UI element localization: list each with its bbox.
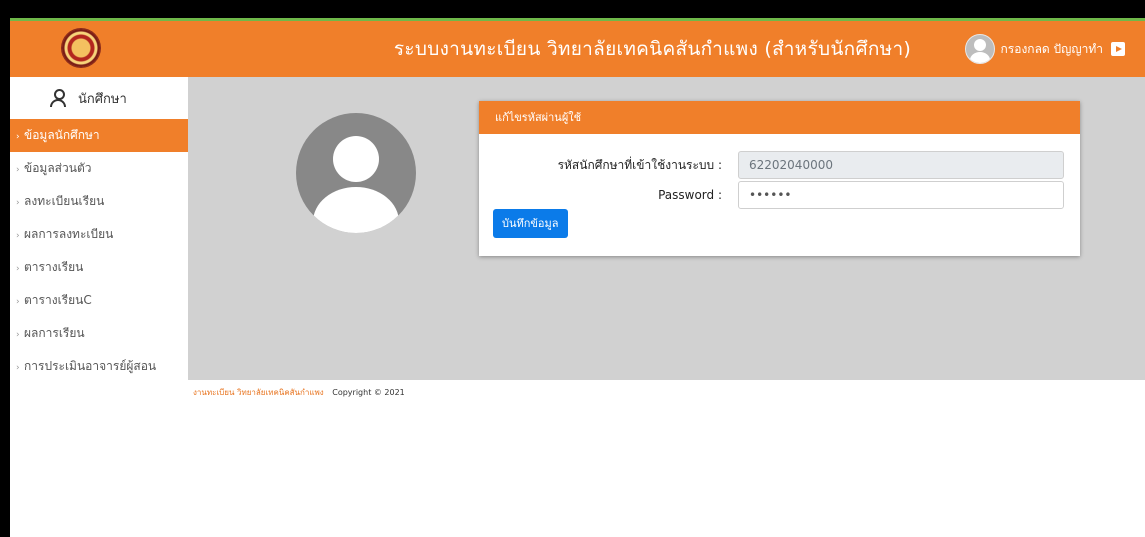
footer-copyright: Copyright © 2021 xyxy=(332,388,405,397)
chevron-right-icon: › xyxy=(16,297,20,307)
user-name[interactable]: กรองกลด ปัญญาทำ xyxy=(1001,40,1103,59)
footer-org: งานทะเบียน วิทยาลัยเทคนิคสันกำแพง xyxy=(193,388,324,397)
chevron-right-icon: › xyxy=(16,330,20,340)
sidebar-item-label: ลงทะเบียนเรียน xyxy=(24,194,105,208)
password-label: Password : xyxy=(658,188,722,202)
avatar-head xyxy=(333,136,379,182)
sidebar-menu: › ข้อมูลนักศึกษา › ข้อมูลส่วนตัว › ลงทะเบีย… xyxy=(10,119,188,383)
password-field[interactable] xyxy=(738,181,1064,209)
sidebar-item-label: การประเมินอาจารย์ผู้สอน xyxy=(24,359,157,373)
sidebar-item-timetable-c[interactable]: › ตารางเรียนC xyxy=(10,284,188,317)
chevron-right-icon: › xyxy=(16,231,20,241)
chevron-right-icon: › xyxy=(16,132,20,142)
sidebar-header: นักศึกษา xyxy=(10,77,188,119)
app-window: ระบบงานทะเบียน วิทยาลัยเทคนิคสันกำแพง (ส… xyxy=(10,18,1145,537)
sidebar-item-personal-info[interactable]: › ข้อมูลส่วนตัว xyxy=(10,152,188,185)
sidebar: นักศึกษา › ข้อมูลนักศึกษา › ข้อมูลส่วนตัว … xyxy=(10,77,188,537)
user-icon xyxy=(50,89,66,107)
sidebar-item-label: ผลการเรียน xyxy=(24,326,85,340)
sidebar-item-label: ตารางเรียนC xyxy=(24,293,92,307)
username-field[interactable] xyxy=(738,151,1064,179)
footer: งานทะเบียน วิทยาลัยเทคนิคสันกำแพง Copyri… xyxy=(193,386,405,399)
sidebar-item-label: ตารางเรียน xyxy=(24,260,84,274)
save-button[interactable]: บันทึกข้อมูล xyxy=(493,209,568,238)
username-row: รหัสนักศึกษาที่เข้าใช้งานระบบ : xyxy=(479,151,1080,179)
card-title: แก้ไขรหัสผ่านผู้ใช้ xyxy=(479,101,1080,134)
sidebar-title: นักศึกษา xyxy=(78,91,127,107)
user-avatar-icon[interactable] xyxy=(964,34,995,64)
app-header: ระบบงานทะเบียน วิทยาลัยเทคนิคสันกำแพง (ส… xyxy=(10,21,1145,77)
username-label: รหัสนักศึกษาที่เข้าใช้งานระบบ : xyxy=(557,158,722,172)
sidebar-item-grades[interactable]: › ผลการเรียน xyxy=(10,317,188,350)
avatar-body xyxy=(313,187,399,233)
main-content: แก้ไขรหัสผ่านผู้ใช้ รหัสนักศึกษาที่เข้าใ… xyxy=(188,77,1145,380)
logout-icon[interactable] xyxy=(1111,42,1125,56)
sidebar-item-label: ข้อมูลส่วนตัว xyxy=(24,161,92,175)
chevron-right-icon: › xyxy=(16,363,20,373)
sidebar-item-registration[interactable]: › ลงทะเบียนเรียน xyxy=(10,185,188,218)
chevron-right-icon: › xyxy=(16,198,20,208)
user-menu: กรองกลด ปัญญาทำ xyxy=(964,34,1125,64)
change-password-card: แก้ไขรหัสผ่านผู้ใช้ รหัสนักศึกษาที่เข้าใ… xyxy=(479,101,1080,256)
sidebar-item-student-info[interactable]: › ข้อมูลนักศึกษา xyxy=(10,119,188,152)
sidebar-item-registration-result[interactable]: › ผลการลงทะเบียน xyxy=(10,218,188,251)
sidebar-item-label: ข้อมูลนักศึกษา xyxy=(24,128,100,142)
profile-avatar-icon xyxy=(296,113,416,233)
chevron-right-icon: › xyxy=(16,165,20,175)
sidebar-item-label: ผลการลงทะเบียน xyxy=(24,227,114,241)
chevron-right-icon: › xyxy=(16,264,20,274)
password-row: Password : xyxy=(479,181,1080,209)
sidebar-item-timetable[interactable]: › ตารางเรียน xyxy=(10,251,188,284)
sidebar-item-teacher-evaluation[interactable]: › การประเมินอาจารย์ผู้สอน xyxy=(10,350,188,383)
